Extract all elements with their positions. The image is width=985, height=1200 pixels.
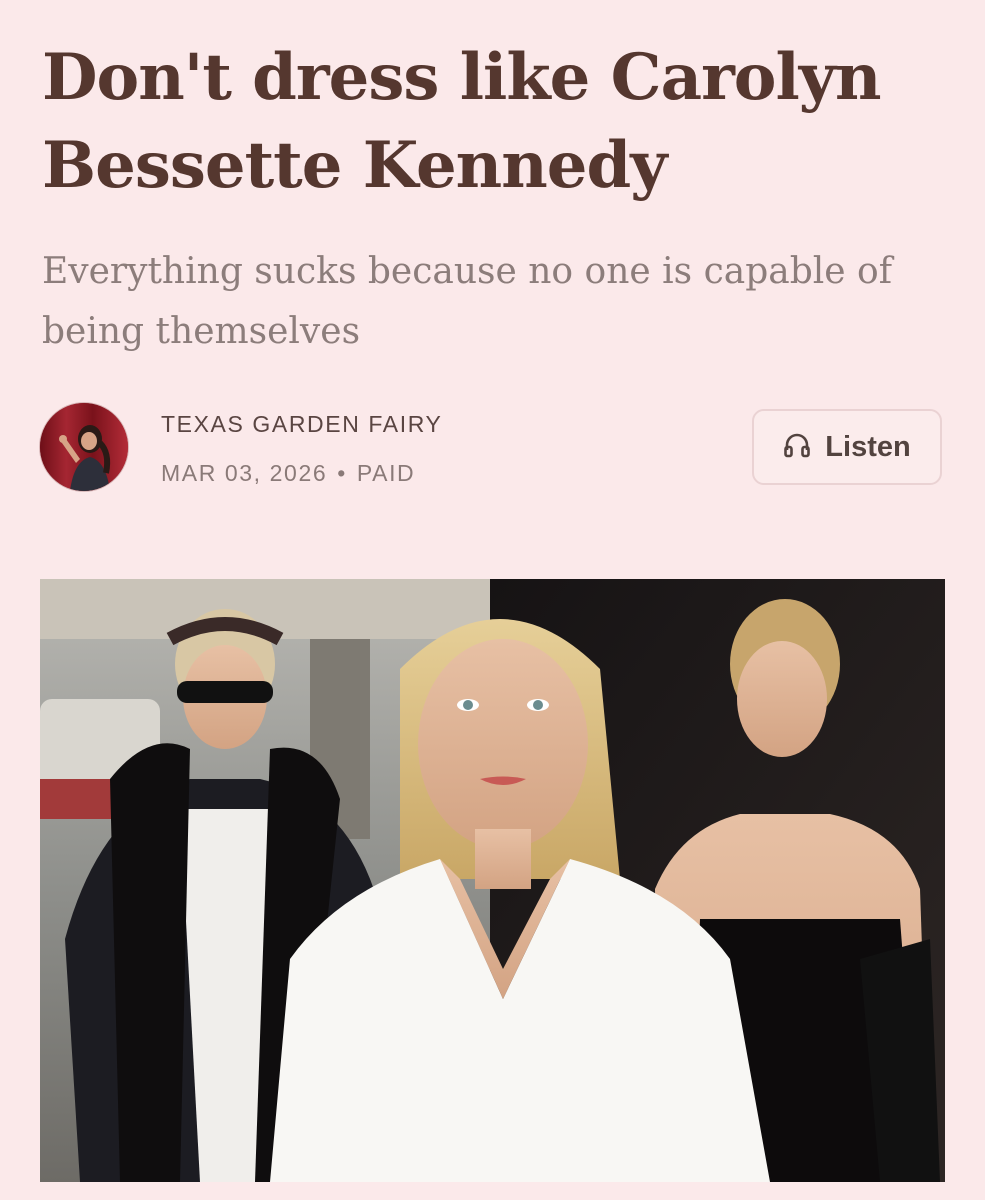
author-avatar[interactable] xyxy=(40,403,128,491)
article-page: Don't dress like Carolyn Bessette Kenned… xyxy=(0,0,985,1200)
listen-button[interactable]: Listen xyxy=(752,409,942,485)
article-subtitle: Everything sucks because no one is capab… xyxy=(42,251,893,352)
listen-label: Listen xyxy=(825,430,911,463)
article-title: Don't dress like Carolyn Bessette Kenned… xyxy=(42,40,882,203)
meta-separator: • xyxy=(337,460,347,486)
byline: TEXAS GARDEN FAIRY MAR 03, 2026 • PAID Lis… xyxy=(40,403,945,495)
access-badge: PAID xyxy=(356,460,416,486)
headphones-icon xyxy=(783,432,811,462)
post-date: MAR 03, 2026 xyxy=(161,460,328,486)
hero-photo-collage xyxy=(40,579,945,1182)
post-meta: MAR 03, 2026 • PAID xyxy=(161,460,415,487)
avatar-image xyxy=(40,403,128,491)
author-name[interactable]: TEXAS GARDEN FAIRY xyxy=(161,411,442,438)
hero-image xyxy=(40,579,945,1182)
